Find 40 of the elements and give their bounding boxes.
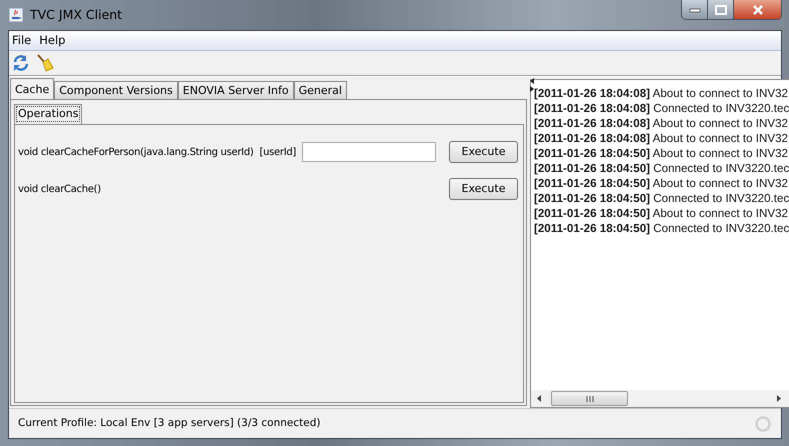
- log-line: [2011-01-26 18:04:50] Connected to INV3220.tec: [534, 221, 789, 236]
- log-line: [2011-01-26 18:04:50] About to connect to INV32: [534, 146, 789, 161]
- parameter-label: [userId]: [259, 146, 296, 160]
- expand-left-icon[interactable]: [530, 78, 534, 84]
- tab[interactable]: ENOVIA Server Info: [178, 81, 294, 99]
- scroll-right-icon[interactable]: [777, 395, 782, 402]
- busy-indicator-icon: [755, 416, 771, 432]
- log-line: [2011-01-26 18:04:50] Connected to INV3220.tec: [534, 161, 789, 176]
- tab[interactable]: Cache: [10, 78, 54, 99]
- window-title: TVC JMX Client: [30, 6, 122, 24]
- tab[interactable]: Operations: [14, 104, 82, 124]
- minimize-button[interactable]: [682, 0, 708, 19]
- menu-item[interactable]: Help: [39, 32, 66, 50]
- log-line: [2011-01-26 18:04:50] Connected to INV3220.tec: [534, 191, 789, 206]
- tab[interactable]: Component Versions: [54, 81, 178, 99]
- log-line: [2011-01-26 18:04:08] About to connect to INV32: [534, 116, 789, 131]
- operation-signature: void clearCache(): [18, 182, 101, 196]
- scrollbar-thumb[interactable]: [551, 391, 628, 406]
- parameter-field[interactable]: [302, 142, 436, 162]
- expand-right-icon[interactable]: [530, 86, 534, 92]
- menu-item[interactable]: File: [12, 32, 32, 50]
- scroll-left-icon[interactable]: [537, 395, 541, 402]
- maximize-button[interactable]: [708, 0, 734, 19]
- close-icon: [752, 4, 764, 14]
- log-line: [2011-01-26 18:04:08] Connected to INV3220.tec: [534, 101, 789, 116]
- refresh-icon[interactable]: [12, 54, 30, 72]
- execute-button[interactable]: Execute: [449, 178, 518, 200]
- maximize-icon: [714, 4, 726, 14]
- minimize-icon: [688, 6, 700, 12]
- execute-button[interactable]: Execute: [449, 141, 518, 163]
- close-button[interactable]: [734, 0, 781, 19]
- status-text: Current Profile: Local Env [3 app servers] (3/3 connected): [18, 416, 320, 431]
- log-line: [2011-01-26 18:04:08] About to connect to INV32: [534, 131, 789, 146]
- operation-signature: void clearCacheForPerson(java.lang.String userId): [18, 146, 254, 160]
- tab[interactable]: General: [294, 81, 347, 99]
- log-line: [2011-01-26 18:04:50] About to connect to INV32: [534, 206, 789, 221]
- log-line: [2011-01-26 18:04:50] About to connect to INV32: [534, 176, 789, 191]
- app-icon: [8, 7, 24, 23]
- broom-icon[interactable]: [36, 54, 54, 72]
- log-line: [2011-01-26 18:04:08] About to connect to INV32: [534, 86, 789, 101]
